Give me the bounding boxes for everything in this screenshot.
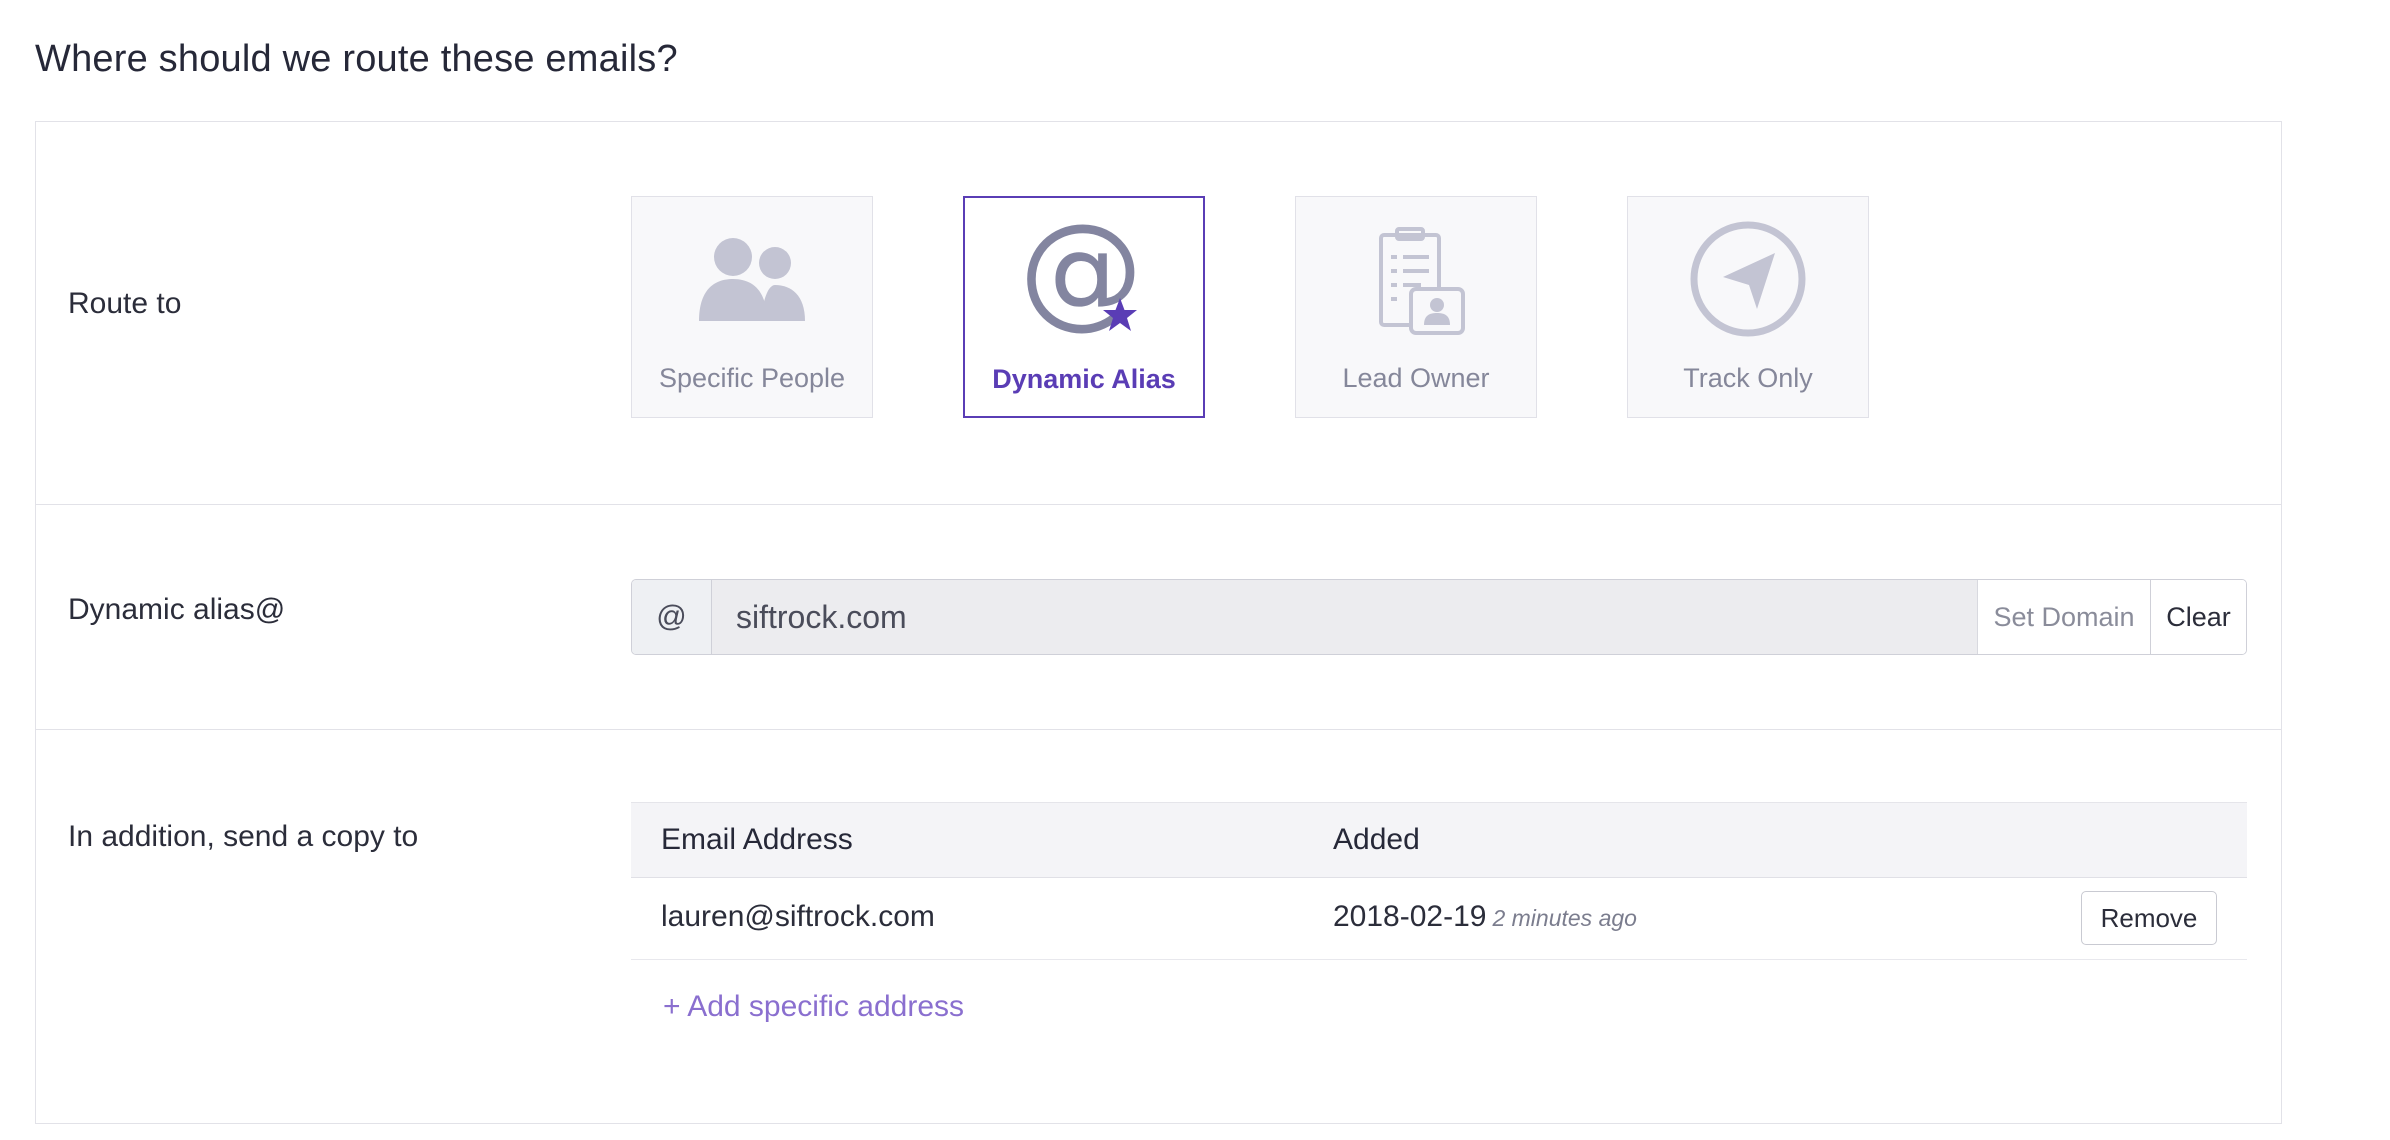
route-option-dynamic-alias[interactable]: @ Dynamic Alias (963, 196, 1205, 418)
column-header-added: Added (1333, 823, 1420, 856)
routing-panel: Route to Specific People @ Dynamic Alias (35, 121, 2282, 1124)
alias-input-group: @ Set Domain Clear (631, 579, 2247, 655)
clear-button[interactable]: Clear (2151, 580, 2246, 654)
add-specific-address-link[interactable]: + Add specific address (663, 990, 964, 1024)
added-relative-time: 2 minutes ago (1492, 905, 1637, 931)
route-label: Route to (68, 287, 182, 320)
alias-domain-input[interactable] (712, 580, 1978, 654)
route-option-label: Specific People (658, 363, 846, 393)
route-option-label: Dynamic Alias (992, 364, 1176, 394)
copy-table: Email Address Added lauren@siftrock.com … (631, 802, 2247, 1023)
clipboard-contact-icon (1379, 227, 1465, 335)
people-icon (699, 238, 805, 321)
added-date: 2018-02-19 (1333, 900, 1487, 933)
copy-section: In addition, send a copy to Email Addres… (36, 730, 2281, 1125)
column-header-email: Email Address (661, 823, 853, 856)
set-domain-button[interactable]: Set Domain (1978, 580, 2151, 654)
route-option-label: Lead Owner (1342, 363, 1490, 393)
navigation-arrow-icon (1690, 221, 1806, 337)
route-option-track-only[interactable]: Track Only (1627, 196, 1869, 418)
route-option-specific-people[interactable]: Specific People (631, 196, 873, 418)
at-star-icon: @ (1019, 218, 1143, 342)
email-cell: lauren@siftrock.com (661, 900, 935, 933)
page-title: Where should we route these emails? (35, 38, 678, 80)
route-option-label: Track Only (1683, 363, 1813, 393)
alias-section: Dynamic alias@ @ Set Domain Clear (36, 505, 2281, 730)
route-option-lead-owner[interactable]: Lead Owner (1295, 196, 1537, 418)
copy-label: In addition, send a copy to (68, 820, 419, 853)
remove-button[interactable]: Remove (2081, 891, 2217, 945)
table-header: Email Address Added (631, 802, 2247, 878)
table-row: lauren@siftrock.com 2018-02-19 2 minutes … (631, 878, 2247, 960)
alias-label: Dynamic alias@ (68, 593, 286, 626)
route-section: Route to Specific People @ Dynamic Alias (36, 122, 2281, 505)
added-cell: 2018-02-19 2 minutes ago (1333, 900, 1637, 934)
at-prefix: @ (632, 580, 712, 654)
